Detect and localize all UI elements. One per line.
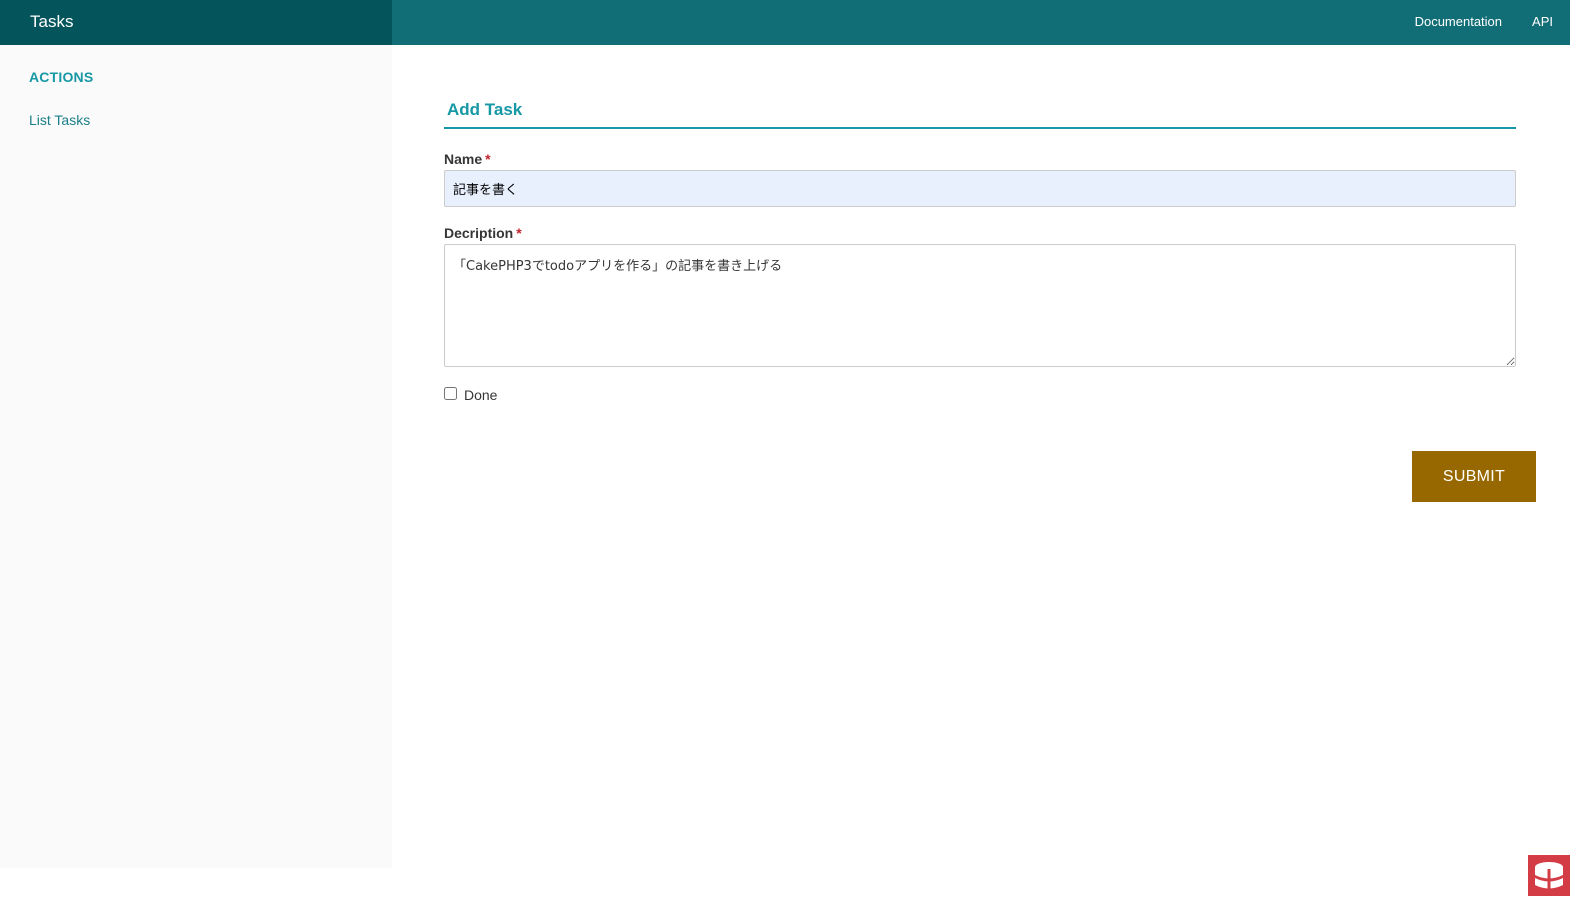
api-link[interactable]: API: [1532, 14, 1553, 30]
required-mark: *: [485, 151, 491, 167]
sidebar-item-list-tasks[interactable]: List Tasks: [29, 112, 90, 128]
top-bar: Tasks Documentation API: [0, 0, 1570, 45]
app-title[interactable]: Tasks: [30, 12, 73, 32]
submit-button[interactable]: SUBMIT: [1412, 451, 1536, 502]
required-mark: *: [516, 225, 522, 241]
sidebar-heading: ACTIONS: [29, 69, 94, 85]
form-legend: Add Task: [444, 100, 1516, 129]
done-field: Done: [444, 383, 497, 403]
done-checkbox[interactable]: [444, 386, 457, 400]
name-label-text: Name: [444, 151, 483, 167]
sidebar: ACTIONS List Tasks: [0, 45, 392, 868]
cakephp-logo-icon[interactable]: [1528, 855, 1570, 896]
page-title: Add Task: [447, 100, 523, 119]
top-nav: Documentation API: [1415, 14, 1553, 30]
description-label: Decription *: [444, 225, 522, 241]
documentation-link[interactable]: Documentation: [1415, 14, 1502, 30]
name-input[interactable]: [444, 170, 1516, 207]
name-label: Name *: [444, 151, 491, 167]
cakephp-logo-icon-graphic: [1535, 862, 1563, 889]
description-textarea[interactable]: 「CakePHP3でtodoアプリを作る」の記事を書き上げる: [444, 244, 1516, 367]
description-label-text: Decription: [444, 225, 514, 241]
brand-area: Tasks: [0, 0, 392, 45]
done-label[interactable]: Done: [464, 383, 497, 403]
